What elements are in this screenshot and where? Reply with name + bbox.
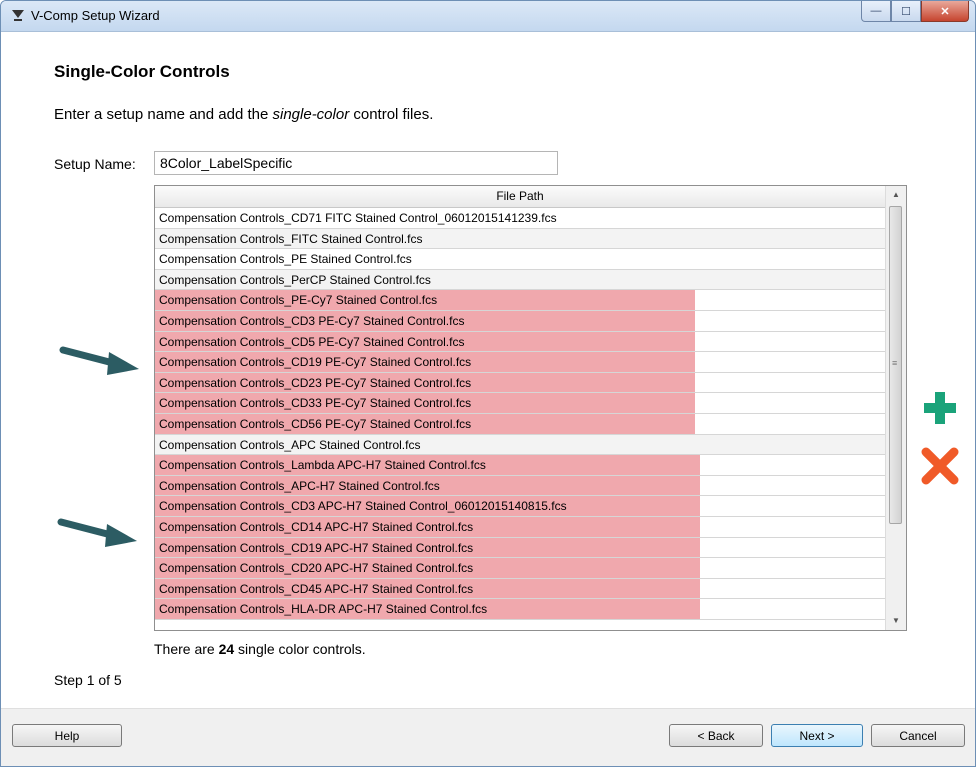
- wizard-content: Single-Color Controls Enter a setup name…: [1, 32, 975, 708]
- title-bar: V-Comp Setup Wizard — ☐ ✕: [1, 1, 975, 32]
- step-indicator: Step 1 of 5: [54, 672, 122, 688]
- cancel-button[interactable]: Cancel: [871, 724, 965, 747]
- scroll-down-icon[interactable]: ▼: [886, 612, 906, 630]
- button-bar: Help < Back Next > Cancel: [1, 708, 975, 766]
- table-row[interactable]: Compensation Controls_Lambda APC-H7 Stai…: [155, 455, 885, 476]
- scroll-grip-icon: ≡: [892, 358, 898, 368]
- table-row[interactable]: Compensation Controls_CD19 PE-Cy7 Staine…: [155, 352, 885, 373]
- setup-name-input[interactable]: [154, 151, 558, 175]
- table-row[interactable]: Compensation Controls_APC-H7 Stained Con…: [155, 475, 885, 497]
- table-rows: Compensation Controls_CD71 FITC Stained …: [155, 208, 885, 620]
- instruction-part-2: control files.: [349, 106, 434, 123]
- table-row[interactable]: Compensation Controls_CD5 PE-Cy7 Stained…: [155, 331, 885, 353]
- table-row[interactable]: Compensation Controls_CD20 APC-H7 Staine…: [155, 558, 885, 579]
- table-row[interactable]: Compensation Controls_PerCP Stained Cont…: [155, 269, 885, 291]
- table-row[interactable]: Compensation Controls_CD3 PE-Cy7 Stained…: [155, 310, 885, 332]
- window-controls: — ☐ ✕: [861, 1, 969, 22]
- control-count-text: There are 24 single color controls.: [154, 641, 366, 657]
- table-row[interactable]: Compensation Controls_PE-Cy7 Stained Con…: [155, 290, 885, 311]
- next-button[interactable]: Next >: [771, 724, 863, 747]
- annotation-arrow-icon: [57, 518, 137, 547]
- table-row[interactable]: Compensation Controls_CD23 PE-Cy7 Staine…: [155, 372, 885, 394]
- table-row[interactable]: Compensation Controls_CD3 APC-H7 Stained…: [155, 496, 885, 517]
- instruction-part-1: Enter a setup name and add the: [54, 106, 273, 123]
- close-button[interactable]: ✕: [921, 1, 969, 22]
- table-row[interactable]: Compensation Controls_CD14 APC-H7 Staine…: [155, 516, 885, 538]
- app-icon: [12, 10, 24, 21]
- wizard-window: V-Comp Setup Wizard — ☐ ✕ Single-Color C…: [0, 0, 976, 767]
- instruction-text: Enter a setup name and add the single-co…: [54, 106, 433, 123]
- add-file-plus-icon[interactable]: [922, 390, 958, 426]
- file-path-column-header[interactable]: File Path: [155, 186, 885, 208]
- table-row[interactable]: Compensation Controls_CD19 APC-H7 Staine…: [155, 537, 885, 559]
- page-heading: Single-Color Controls: [54, 62, 230, 81]
- back-button[interactable]: < Back: [669, 724, 763, 747]
- setup-name-label: Setup Name:: [54, 156, 136, 172]
- table-row[interactable]: Compensation Controls_PE Stained Control…: [155, 249, 885, 270]
- table-row[interactable]: Compensation Controls_CD33 PE-Cy7 Staine…: [155, 393, 885, 414]
- table-row[interactable]: Compensation Controls_CD45 APC-H7 Staine…: [155, 578, 885, 600]
- table-row[interactable]: Compensation Controls_CD71 FITC Stained …: [155, 208, 885, 229]
- table-row[interactable]: Compensation Controls_FITC Stained Contr…: [155, 228, 885, 250]
- count-text-before: There are: [154, 641, 219, 657]
- scroll-thumb[interactable]: ≡: [889, 206, 902, 524]
- table-row[interactable]: Compensation Controls_CD56 PE-Cy7 Staine…: [155, 413, 885, 435]
- count-text-after: single color controls.: [234, 641, 366, 657]
- instruction-italic: single-color: [272, 106, 350, 123]
- help-button[interactable]: Help: [12, 724, 122, 747]
- table-row[interactable]: Compensation Controls_HLA-DR APC-H7 Stai…: [155, 599, 885, 620]
- table-row[interactable]: Compensation Controls_APC Stained Contro…: [155, 434, 885, 456]
- maximize-button[interactable]: ☐: [891, 1, 921, 22]
- file-path-table[interactable]: File Path Compensation Controls_CD71 FIT…: [154, 185, 907, 631]
- annotation-arrow-icon: [59, 346, 139, 375]
- window-title: V-Comp Setup Wizard: [31, 8, 160, 23]
- scroll-up-icon[interactable]: ▲: [886, 186, 906, 204]
- table-scrollbar[interactable]: ▲ ≡ ▼: [885, 186, 906, 630]
- remove-file-x-icon[interactable]: [921, 447, 959, 485]
- minimize-button[interactable]: —: [861, 1, 891, 22]
- count-value: 24: [218, 641, 235, 657]
